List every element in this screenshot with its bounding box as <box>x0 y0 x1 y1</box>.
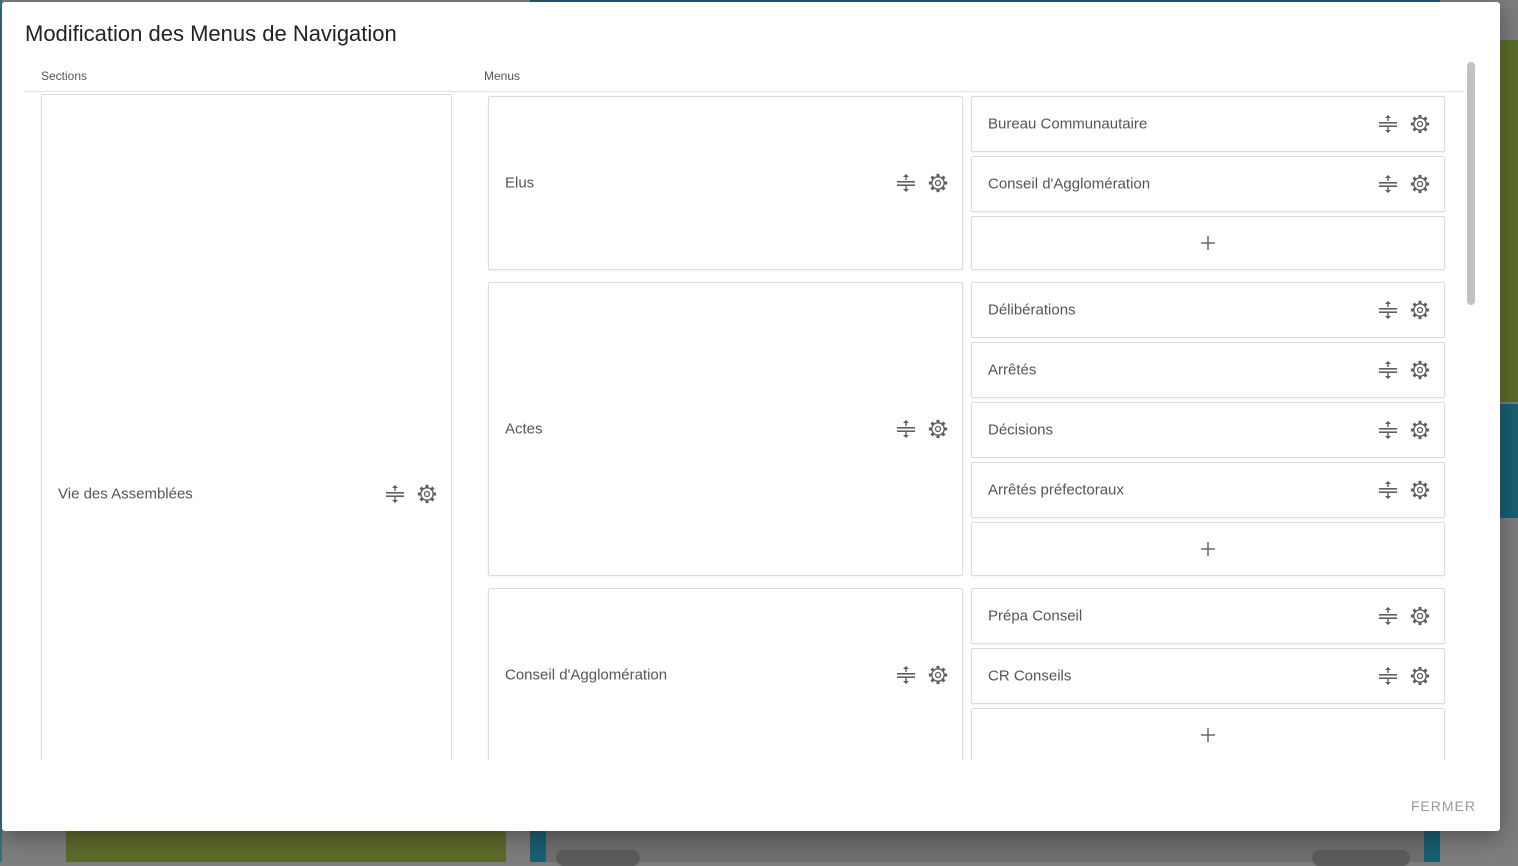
plus-icon <box>1201 728 1215 742</box>
submenu-card[interactable]: Arrêtés préfectoraux <box>971 462 1445 518</box>
submenu-card-actions <box>1378 360 1430 380</box>
submenu-card[interactable]: Décisions <box>971 402 1445 458</box>
background-card-left <box>66 830 506 862</box>
submenu-card-label: Conseil d'Agglomération <box>988 175 1151 193</box>
reorder-icon[interactable] <box>1378 114 1398 134</box>
navigation-menu-editor-modal: Modification des Menus de Navigation Sec… <box>2 2 1500 831</box>
section-card[interactable]: Vie des Assemblées <box>41 94 452 760</box>
scrollbar-thumb[interactable] <box>1467 62 1475 305</box>
reorder-icon[interactable] <box>1378 480 1398 500</box>
add-submenu-button[interactable] <box>971 522 1445 576</box>
submenu-card-label: Décisions <box>988 421 1054 439</box>
menu-card[interactable]: Conseil d'Agglomération <box>488 588 963 760</box>
submenu-card[interactable]: Bureau Communautaire <box>971 96 1445 152</box>
section-card-label: Vie des Assemblées <box>58 485 193 503</box>
gear-icon[interactable] <box>928 419 948 439</box>
submenu-card-label: CR Conseils <box>988 667 1072 685</box>
reorder-icon[interactable] <box>896 665 916 685</box>
submenu-card[interactable]: CR Conseils <box>971 648 1445 704</box>
gear-icon[interactable] <box>1410 114 1430 134</box>
submenu-card-label: Arrêtés <box>988 361 1037 379</box>
gear-icon[interactable] <box>1410 420 1430 440</box>
gear-icon[interactable] <box>1410 606 1430 626</box>
reorder-icon[interactable] <box>1378 300 1398 320</box>
submenu-card[interactable]: Conseil d'Agglomération <box>971 156 1445 212</box>
reorder-icon[interactable] <box>1378 174 1398 194</box>
reorder-icon[interactable] <box>896 173 916 193</box>
modal-title: Modification des Menus de Navigation <box>25 21 397 46</box>
submenu-card-label: Bureau Communautaire <box>988 115 1148 133</box>
submenu-card[interactable]: Arrêtés <box>971 342 1445 398</box>
submenu-card-actions <box>1378 666 1430 686</box>
menu-card-actions <box>896 419 948 439</box>
reorder-icon[interactable] <box>1378 360 1398 380</box>
reorder-icon[interactable] <box>1378 606 1398 626</box>
submenu-card-actions <box>1378 606 1430 626</box>
submenu-card-actions <box>1378 420 1430 440</box>
background-pill <box>1312 850 1410 866</box>
submenu-card[interactable]: Prépa Conseil <box>971 588 1445 644</box>
menu-card-actions <box>896 173 948 193</box>
gear-icon[interactable] <box>1410 666 1430 686</box>
plus-icon <box>1201 236 1215 250</box>
section-card-actions <box>385 484 437 504</box>
menu-card-label: Actes <box>505 420 543 438</box>
menu-card[interactable]: Elus <box>488 96 963 270</box>
background-side-panel <box>1500 40 1518 402</box>
gear-icon[interactable] <box>1410 300 1430 320</box>
reorder-icon[interactable] <box>1378 420 1398 440</box>
gear-icon[interactable] <box>928 173 948 193</box>
submenu-card-actions <box>1378 300 1430 320</box>
gear-icon[interactable] <box>1410 174 1430 194</box>
menu-card-actions <box>896 665 948 685</box>
submenu-card-actions <box>1378 480 1430 500</box>
submenu-card-label: Délibérations <box>988 301 1076 319</box>
add-submenu-button[interactable] <box>971 708 1445 760</box>
submenu-card-actions <box>1378 114 1430 134</box>
menu-tree-scroll-area[interactable]: Bureau Communautaire Conseil d'Agglomérat… <box>2 92 1500 760</box>
reorder-icon[interactable] <box>1378 666 1398 686</box>
add-submenu-button[interactable] <box>971 216 1445 270</box>
menu-card-label: Conseil d'Agglomération <box>505 666 668 684</box>
submenu-card-actions <box>1378 174 1430 194</box>
gear-icon[interactable] <box>417 484 437 504</box>
submenu-card[interactable]: Délibérations <box>971 282 1445 338</box>
reorder-icon[interactable] <box>385 484 405 504</box>
gear-icon[interactable] <box>1410 480 1430 500</box>
gear-icon[interactable] <box>1410 360 1430 380</box>
menu-card-label: Elus <box>505 174 535 192</box>
close-button[interactable]: FERMER <box>1411 798 1476 814</box>
menu-card[interactable]: Actes <box>488 282 963 576</box>
background-side-panel-2 <box>1500 404 1518 518</box>
menus-column-header: Menus <box>484 69 521 83</box>
submenu-card-label: Prépa Conseil <box>988 607 1083 625</box>
reorder-icon[interactable] <box>896 419 916 439</box>
submenu-card-label: Arrêtés préfectoraux <box>988 481 1124 499</box>
sections-column-header: Sections <box>41 69 88 83</box>
gear-icon[interactable] <box>928 665 948 685</box>
background-pill <box>556 850 640 866</box>
background-card-inner <box>546 830 1424 862</box>
plus-icon <box>1201 542 1215 556</box>
